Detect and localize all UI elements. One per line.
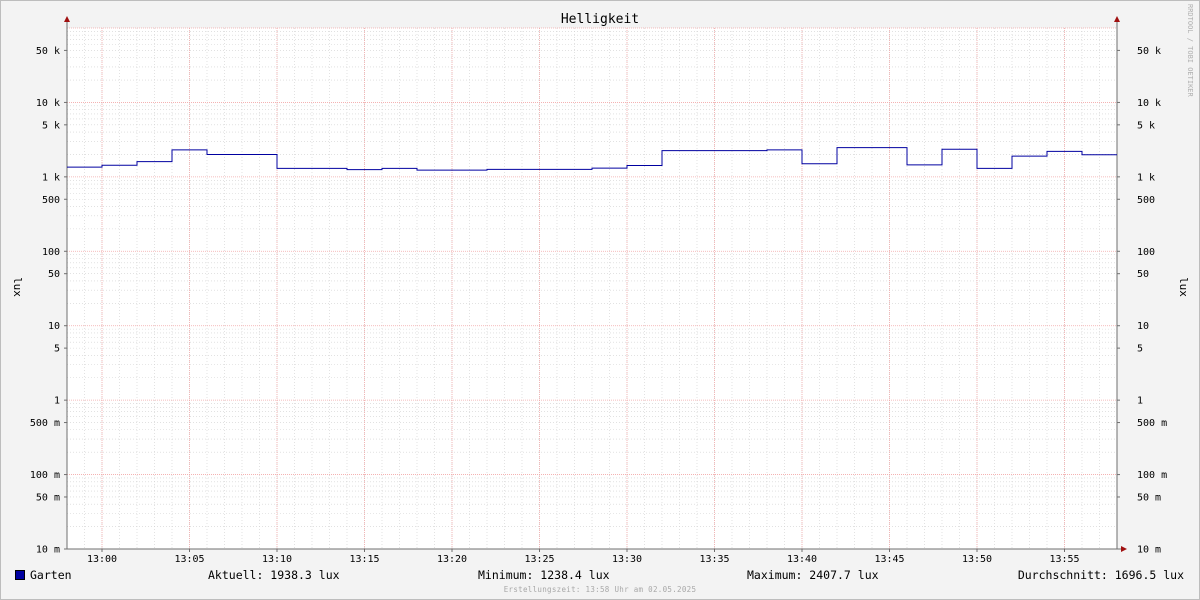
x-tick-label: 13:35 [699, 554, 729, 565]
y-axis-label-right: lux [1177, 277, 1190, 297]
y-tick-label-right: 500 [1137, 195, 1155, 206]
x-tick-label: 13:15 [349, 554, 379, 565]
x-tick-label: 13:20 [437, 554, 467, 565]
y-tick-label-left: 10 k [36, 98, 60, 109]
y-tick-label-left: 10 m [36, 545, 60, 556]
stat-maximum: Maximum: 2407.7 lux [747, 568, 879, 582]
y-axis-label-left: lux [11, 277, 24, 297]
y-tick-label-left: 50 [48, 269, 60, 280]
y-tick-label-right: 1 [1137, 396, 1143, 407]
chart-title: Helligkeit [561, 12, 639, 27]
x-tick-label: 13:50 [962, 554, 992, 565]
y-tick-label-right: 100 [1137, 247, 1155, 258]
chart-svg: 50 k 50 k 10 k 10 k 5 k 5 k 1 k 1 k 500 500 100 100… [11, 4, 1194, 565]
y-tick-label-right: 50 k [1137, 46, 1161, 57]
y-tick-label-right: 10 k [1137, 98, 1161, 109]
y-tick-label-left: 500 m [30, 418, 60, 429]
x-tick-label: 13:05 [174, 554, 204, 565]
x-tick-label: 13:00 [87, 554, 117, 565]
x-tick-label: 13:25 [524, 554, 554, 565]
y-tick-label-left: 100 [42, 247, 60, 258]
y-tick-label-right: 50 m [1137, 492, 1161, 503]
y-tick-label-left: 50 m [36, 492, 60, 503]
legend-label: Garten [30, 568, 72, 582]
y-tick-label-left: 100 m [30, 470, 60, 481]
y-tick-label-right: 50 [1137, 269, 1149, 280]
y-tick-label-right: 100 m [1137, 470, 1167, 481]
y-tick-label-left: 50 k [36, 46, 60, 57]
x-tick-label: 13:30 [612, 554, 642, 565]
stat-current: Aktuell: 1938.3 lux [208, 568, 340, 582]
y-tick-label-right: 500 m [1137, 418, 1167, 429]
creation-timestamp: Erstellungszeit: 13:58 Uhr am 02.05.2025 [503, 585, 697, 594]
stat-average: Durchschnitt: 1696.5 lux [1017, 568, 1184, 582]
y-tick-label-right: 5 k [1137, 120, 1155, 131]
y-tick-label-left: 1 [54, 396, 60, 407]
legend-swatch [15, 570, 25, 580]
y-tick-label-right: 5 [1137, 344, 1143, 355]
x-axis-arrow [1121, 546, 1127, 552]
y-tick-label-right: 10 m [1137, 545, 1161, 556]
y-axis-arrow-right [1114, 16, 1120, 22]
y-axis-arrow-left [64, 16, 70, 22]
y-tick-label-left: 5 k [42, 120, 60, 131]
y-tick-label-right: 10 [1137, 321, 1149, 332]
watermark: RRDTOOL / TOBI OETIKER [1186, 4, 1194, 98]
y-tick-label-left: 5 [54, 344, 60, 355]
stat-minimum: Minimum: 1238.4 lux [478, 568, 610, 582]
y-tick-label-left: 10 [48, 321, 60, 332]
x-tick-label: 13:10 [262, 554, 292, 565]
x-tick-label: 13:40 [787, 554, 817, 565]
y-tick-label-right: 1 k [1137, 172, 1155, 183]
y-tick-label-left: 500 [42, 195, 60, 206]
x-tick-label: 13:45 [874, 554, 904, 565]
y-tick-label-left: 1 k [42, 172, 60, 183]
x-tick-label: 13:55 [1049, 554, 1079, 565]
